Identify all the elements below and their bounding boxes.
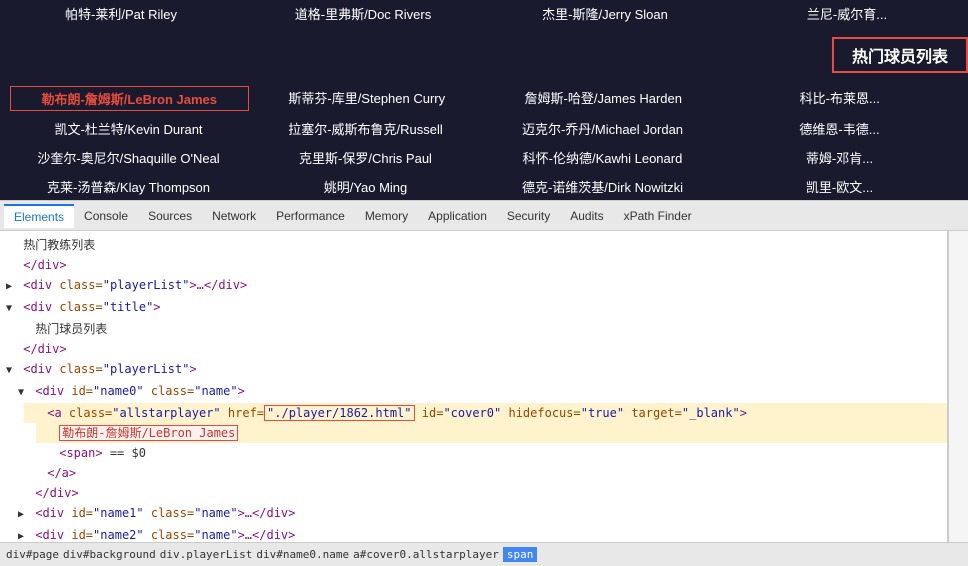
dom-line-10: 勒布朗-詹姆斯/LeBron James bbox=[36, 423, 947, 443]
breadcrumb-playerlist[interactable]: div.playerList bbox=[160, 548, 253, 561]
player-wade: 德维恩-韦德... bbox=[721, 117, 958, 140]
player-thompson: 克莱-汤普森/Klay Thompson bbox=[10, 175, 247, 198]
player-duncan: 蒂姆-邓肯... bbox=[721, 146, 958, 169]
player-irving: 凯里-欧文... bbox=[721, 175, 958, 198]
breadcrumb-page[interactable]: div#page bbox=[6, 548, 59, 561]
tri-7[interactable] bbox=[6, 362, 16, 380]
dom-line-8[interactable]: <div id="name0" class="name"> bbox=[12, 381, 947, 403]
tri-name1[interactable] bbox=[18, 506, 28, 524]
dom-line-9[interactable]: <a class="allstarplayer" href="./player/… bbox=[24, 403, 947, 423]
devtools-panel: Elements Console Sources Network Perform… bbox=[0, 200, 968, 566]
coach-3: 杰里-斯隆/Jerry Sloan bbox=[484, 2, 726, 25]
player-nowitzki: 德克-诺维茨基/Dirk Nowitzki bbox=[484, 175, 721, 198]
tab-sources[interactable]: Sources bbox=[138, 205, 202, 227]
breadcrumb-span[interactable]: span bbox=[503, 547, 538, 562]
player-harden: 詹姆斯-哈登/James Harden bbox=[485, 86, 722, 111]
coach-2: 道格-里弗斯/Doc Rivers bbox=[242, 2, 484, 25]
tab-audits[interactable]: Audits bbox=[560, 205, 613, 227]
dom-line-11: <span> == $0 bbox=[36, 443, 947, 463]
dom-line-name2[interactable]: <div id="name2" class="name">…</div> bbox=[12, 525, 947, 542]
dom-line-3[interactable]: <div class="playerList">…</div> bbox=[0, 275, 947, 297]
dom-line-1: 热门教练列表 bbox=[0, 235, 947, 255]
coach-1: 帕特-莱利/Pat Riley bbox=[0, 2, 242, 25]
tab-performance[interactable]: Performance bbox=[266, 205, 355, 227]
breadcrumb-cover0[interactable]: a#cover0.allstarplayer bbox=[353, 548, 499, 561]
tri-4[interactable] bbox=[6, 300, 16, 318]
tri-8[interactable] bbox=[18, 384, 28, 402]
hot-players-title: 热门球员列表 bbox=[832, 37, 968, 73]
devtools-body: 热门教练列表 </div> <div class="playerList">…<… bbox=[0, 231, 968, 542]
players-row-3: 克莱-汤普森/Klay Thompson 姚明/Yao Ming 德克-诺维茨基… bbox=[0, 172, 968, 200]
dom-line-5: 热门球员列表 bbox=[12, 319, 947, 339]
dom-line-name1[interactable]: <div id="name1" class="name">…</div> bbox=[12, 503, 947, 525]
right-side-panel bbox=[948, 231, 968, 542]
hot-title-container: 热门球员列表 bbox=[0, 31, 968, 79]
devtools-tabs: Elements Console Sources Network Perform… bbox=[0, 201, 968, 231]
player-jordan: 迈克尔-乔丹/Michael Jordan bbox=[484, 117, 721, 140]
player-yao: 姚明/Yao Ming bbox=[247, 175, 484, 198]
players-row-1: 凯文-杜兰特/Kevin Durant 拉塞尔-威斯布鲁克/Russell 迈克… bbox=[0, 114, 968, 143]
webpage-preview: 帕特-莱利/Pat Riley 道格-里弗斯/Doc Rivers 杰里-斯隆/… bbox=[0, 0, 968, 200]
coaches-row: 帕特-莱利/Pat Riley 道格-里弗斯/Doc Rivers 杰里-斯隆/… bbox=[0, 0, 968, 27]
dom-line-6: </div> bbox=[0, 339, 947, 359]
breadcrumb-background[interactable]: div#background bbox=[63, 548, 156, 561]
player-paul: 克里斯-保罗/Chris Paul bbox=[247, 146, 484, 169]
breadcrumb-name0[interactable]: div#name0.name bbox=[256, 548, 349, 561]
player-lebron: 勒布朗-詹姆斯/LeBron James bbox=[10, 86, 249, 111]
players-row-2: 沙奎尔-奥尼尔/Shaquille O'Neal 克里斯-保罗/Chris Pa… bbox=[0, 143, 968, 172]
dom-line-12: </a> bbox=[24, 463, 947, 483]
tab-memory[interactable]: Memory bbox=[355, 205, 418, 227]
players-row-0: 勒布朗-詹姆斯/LeBron James 斯蒂芬-库里/Stephen Curr… bbox=[0, 83, 968, 114]
player-westbrook: 拉塞尔-威斯布鲁克/Russell bbox=[247, 117, 484, 140]
dom-line-4[interactable]: <div class="title"> bbox=[0, 297, 947, 319]
coach-4: 兰尼-威尔育... bbox=[726, 2, 968, 25]
tab-application[interactable]: Application bbox=[418, 205, 497, 227]
tri-name2[interactable] bbox=[18, 528, 28, 542]
breadcrumb-bar: div#page div#background div.playerList d… bbox=[0, 542, 968, 566]
player-durant: 凯文-杜兰特/Kevin Durant bbox=[10, 117, 247, 140]
dom-tree-panel[interactable]: 热门教练列表 </div> <div class="playerList">…<… bbox=[0, 231, 948, 542]
player-oneal: 沙奎尔-奥尼尔/Shaquille O'Neal bbox=[10, 146, 247, 169]
player-curry: 斯蒂芬-库里/Stephen Curry bbox=[249, 86, 486, 111]
tab-console[interactable]: Console bbox=[74, 205, 138, 227]
tab-network[interactable]: Network bbox=[202, 205, 266, 227]
tri-3[interactable] bbox=[6, 278, 16, 296]
dom-line-7[interactable]: <div class="playerList"> bbox=[0, 359, 947, 381]
player-leonard: 科怀-伦纳德/Kawhi Leonard bbox=[484, 146, 721, 169]
tab-security[interactable]: Security bbox=[497, 205, 560, 227]
dom-line-2: </div> bbox=[0, 255, 947, 275]
tab-elements[interactable]: Elements bbox=[4, 204, 74, 228]
tab-xpath[interactable]: xPath Finder bbox=[614, 205, 702, 227]
player-kobe: 科比-布莱恩... bbox=[722, 86, 959, 111]
dom-line-13: </div> bbox=[12, 483, 947, 503]
